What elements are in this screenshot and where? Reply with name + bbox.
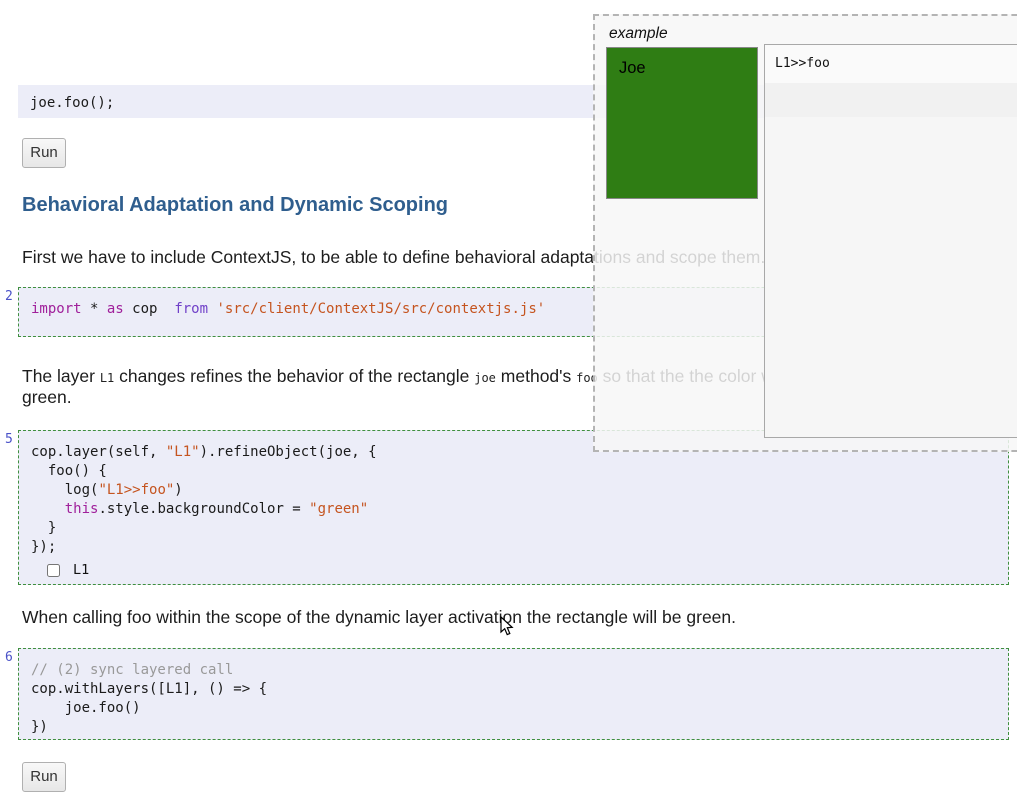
plain-token: cop bbox=[123, 301, 175, 317]
code-line: }) bbox=[31, 719, 48, 735]
code-line: cop.withLayers([L1], () => { bbox=[31, 681, 268, 697]
console-log-line: L1>>foo bbox=[775, 56, 830, 71]
plain-token: log( bbox=[31, 482, 99, 498]
paragraph-when-calling: When calling foo within the scope of the… bbox=[22, 607, 737, 627]
cell-number: 2 bbox=[5, 289, 13, 304]
code-line: joe.foo() bbox=[31, 700, 141, 716]
console-row bbox=[765, 117, 1017, 437]
code-line: log("L1>>foo") bbox=[31, 481, 1008, 500]
code-cell-with-layers[interactable]: 6 // (2) sync layered call cop.withLayer… bbox=[5, 648, 1009, 740]
mouse-cursor-icon bbox=[500, 616, 514, 636]
console-row bbox=[765, 83, 1017, 117]
code-line: }); bbox=[31, 539, 57, 555]
plain-token: .style.backgroundColor = bbox=[98, 501, 310, 517]
console-output-pane[interactable]: L1>>foo bbox=[764, 44, 1017, 438]
code-line: } bbox=[31, 520, 57, 536]
string-token: "L1" bbox=[165, 444, 200, 460]
cell-number: 5 bbox=[5, 432, 13, 447]
joe-rectangle-morph[interactable]: Joe bbox=[606, 47, 758, 199]
text-segment: changes refines the behavior of the rect… bbox=[114, 366, 475, 386]
string-token: "green" bbox=[309, 501, 369, 517]
plain-token: * bbox=[81, 301, 107, 317]
paragraph-layer-description-line2: green. bbox=[22, 387, 72, 407]
text-segment: method's bbox=[495, 366, 577, 386]
layer-L1-checkbox[interactable] bbox=[47, 563, 60, 577]
string-token: 'src/client/ContextJS/src/contextjs.js' bbox=[216, 301, 546, 317]
keyword-token: as bbox=[106, 301, 124, 317]
run-button-top[interactable]: Run bbox=[22, 138, 66, 168]
code-cell-refine-object[interactable]: 5 cop.layer(self, "L1").refineObject(joe… bbox=[5, 430, 1009, 585]
code-line: foo() { bbox=[31, 463, 107, 479]
plain-token: ) bbox=[174, 482, 183, 498]
cell-number: 6 bbox=[5, 650, 13, 665]
string-token: "L1>>foo" bbox=[98, 482, 175, 498]
joe-rectangle-label: Joe bbox=[619, 59, 646, 77]
layer-L1-label: L1 bbox=[73, 562, 90, 578]
plain-token: ).refineObject(joe, { bbox=[199, 444, 377, 460]
layer-toggle-row: L1 bbox=[47, 560, 1008, 580]
keyword-token: from bbox=[174, 301, 209, 317]
run-button-bottom[interactable]: Run bbox=[22, 762, 66, 792]
code-line: this.style.backgroundColor = "green" bbox=[31, 500, 1008, 519]
text-segment: The layer bbox=[22, 366, 100, 386]
keyword-token: import bbox=[31, 301, 82, 317]
keyword-token: this bbox=[64, 501, 99, 517]
inline-code-L1: L1 bbox=[99, 371, 115, 385]
example-overlay-window: example Joe L1>>foo bbox=[593, 14, 1017, 452]
example-title: example bbox=[609, 25, 668, 42]
plain-token: cop.layer(self, bbox=[31, 444, 166, 460]
comment-line: // (2) sync layered call bbox=[31, 662, 234, 678]
section-heading: Behavioral Adaptation and Dynamic Scopin… bbox=[22, 194, 448, 216]
inline-code-joe: joe bbox=[474, 371, 496, 385]
